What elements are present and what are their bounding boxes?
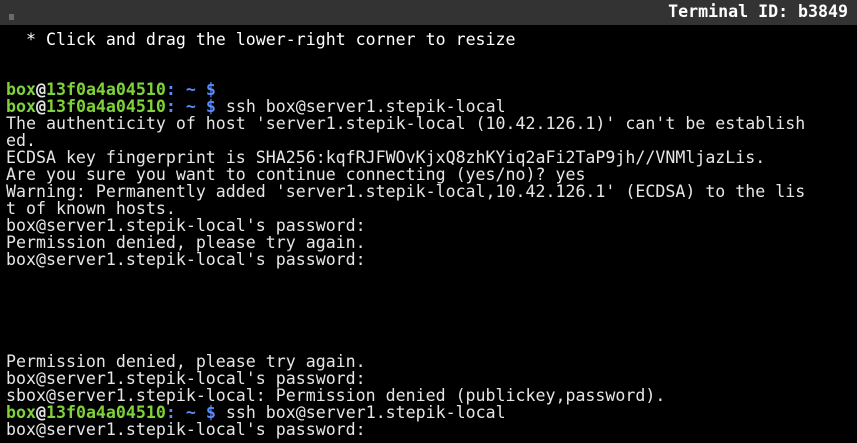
output-line: box@server1.stepik-local's password: bbox=[6, 369, 366, 388]
output-line: Permission denied, please try again. bbox=[6, 352, 366, 371]
resize-handle-icon bbox=[9, 14, 14, 20]
output-line: ed. bbox=[6, 131, 36, 150]
terminal-header-bar: Terminal ID: b3849 bbox=[0, 0, 857, 25]
output-line: box@server1.stepik-local's password: bbox=[6, 420, 366, 439]
output-line: t of known hosts. bbox=[6, 199, 176, 218]
terminal-window[interactable]: Terminal ID: b3849 * Click and drag the … bbox=[0, 0, 857, 443]
output-line: ECDSA key fingerprint is SHA256:kqfRJFWO… bbox=[6, 148, 766, 167]
resize-hint: * Click and drag the lower-right corner … bbox=[16, 30, 516, 49]
prompt-line: box@13f0a4a04510: ~ $ ssh box@server1.st… bbox=[6, 98, 852, 115]
output-line: Warning: Permanently added 'server1.step… bbox=[6, 182, 806, 201]
output-line: box@server1.stepik-local's password: bbox=[6, 250, 366, 269]
output-line: Are you sure you want to continue connec… bbox=[6, 165, 586, 184]
output-line: box@server1.stepik-local's password: bbox=[6, 216, 366, 235]
output-line: The authenticity of host 'server1.stepik… bbox=[6, 114, 806, 133]
terminal-output[interactable]: box@13f0a4a04510: ~ $ box@13f0a4a04510: ~… bbox=[6, 81, 852, 438]
prompt-line: box@13f0a4a04510: ~ $ bbox=[6, 81, 852, 98]
output-line: sbox@server1.stepik-local: Permission de… bbox=[6, 386, 666, 405]
prompt-line: box@13f0a4a04510: ~ $ ssh box@server1.st… bbox=[6, 404, 852, 421]
output-line: Permission denied, please try again. bbox=[6, 233, 366, 252]
terminal-id-label: Terminal ID: b3849 bbox=[668, 2, 848, 21]
